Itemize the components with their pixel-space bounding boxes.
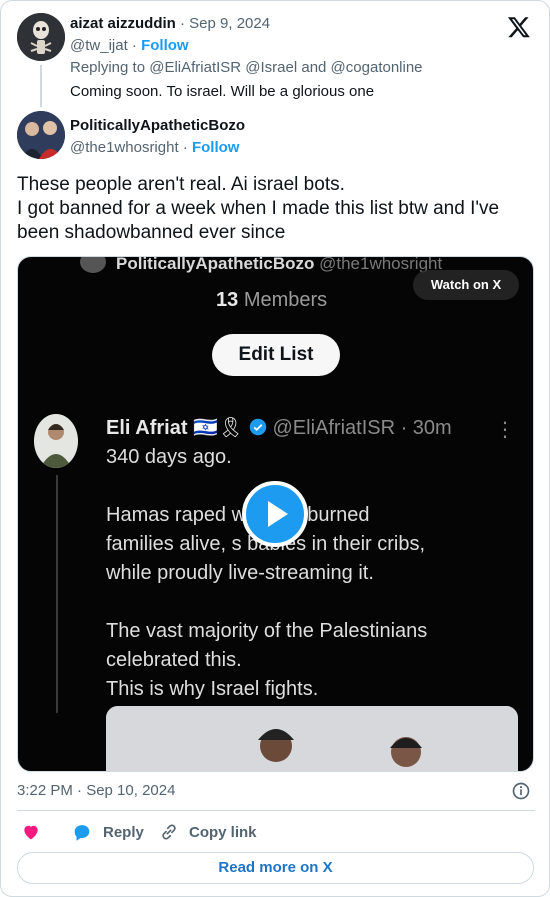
copy-link-label: Copy link	[189, 823, 257, 841]
edit-list-button: Edit List	[212, 334, 340, 376]
avatar	[80, 257, 106, 273]
tweet-text: These people aren't real. Ai israel bots…	[17, 173, 537, 245]
reply-date[interactable]: · Sep 9, 2024	[180, 15, 270, 32]
video-inner-image	[106, 706, 518, 771]
follow-button[interactable]: Follow	[141, 37, 189, 54]
video-player[interactable]: PoliticallyApatheticBozo @the1whosright …	[17, 256, 534, 772]
read-more-button[interactable]: Read more on X	[17, 852, 534, 884]
info-icon[interactable]	[511, 781, 531, 801]
heart-icon	[24, 825, 38, 840]
like-button[interactable]	[21, 821, 51, 843]
tweet-timestamp[interactable]: 3:22 PM · Sep 10, 2024	[17, 782, 175, 799]
play-icon	[268, 501, 288, 527]
members-count: 13 Members	[216, 289, 328, 311]
reply-button[interactable]: Reply	[71, 821, 144, 843]
parent-reply-tweet: aizat aizzuddin · Sep 9, 2024 @tw_ijat ·…	[17, 13, 537, 107]
main-author-handle[interactable]: @the1whosright	[70, 139, 179, 156]
main-author-name[interactable]: PoliticallyApatheticBozo	[70, 117, 245, 134]
tweet-text-line: These people aren't real. Ai israel bots…	[17, 174, 345, 195]
reply-text: Coming soon. To israel. Will be a glorio…	[70, 83, 375, 100]
video-inner-author: Eli Afriat 🇮🇱🎗 @EliAfriatISR · 30m	[106, 417, 452, 439]
copy-link-button[interactable]: Copy link	[159, 821, 257, 843]
reply-author-handle[interactable]: @tw_ijat	[70, 37, 128, 54]
thread-connector-line	[40, 65, 42, 107]
watch-on-x-button[interactable]: Watch on X	[413, 270, 519, 300]
tweet-text-line: I got banned for a week when I made this…	[17, 198, 500, 219]
main-tweet-author: PoliticallyApatheticBozo @the1whosright …	[17, 111, 537, 163]
reply-bubble-icon	[74, 825, 90, 841]
tweet-text-line: been shadowbanned ever since	[17, 222, 286, 243]
link-icon	[162, 824, 176, 840]
thread-connector-line	[56, 475, 58, 713]
play-button[interactable]	[242, 481, 308, 547]
reply-author-name[interactable]: aizat aizzuddin	[70, 15, 176, 32]
avatar[interactable]	[17, 111, 65, 159]
reply-label: Reply	[103, 823, 144, 841]
avatar[interactable]	[17, 13, 65, 61]
verified-badge-icon	[249, 418, 267, 436]
embedded-tweet-card: aizat aizzuddin · Sep 9, 2024 @tw_ijat ·…	[0, 0, 550, 897]
follow-button[interactable]: Follow	[192, 139, 240, 156]
avatar	[34, 414, 78, 468]
replying-to-text: Replying to @EliAfriatISR @Israel and @c…	[70, 59, 423, 76]
divider	[17, 810, 535, 811]
video-top-author: PoliticallyApatheticBozo @the1whosright	[116, 256, 443, 273]
more-dots-icon: ⋮	[495, 419, 515, 441]
